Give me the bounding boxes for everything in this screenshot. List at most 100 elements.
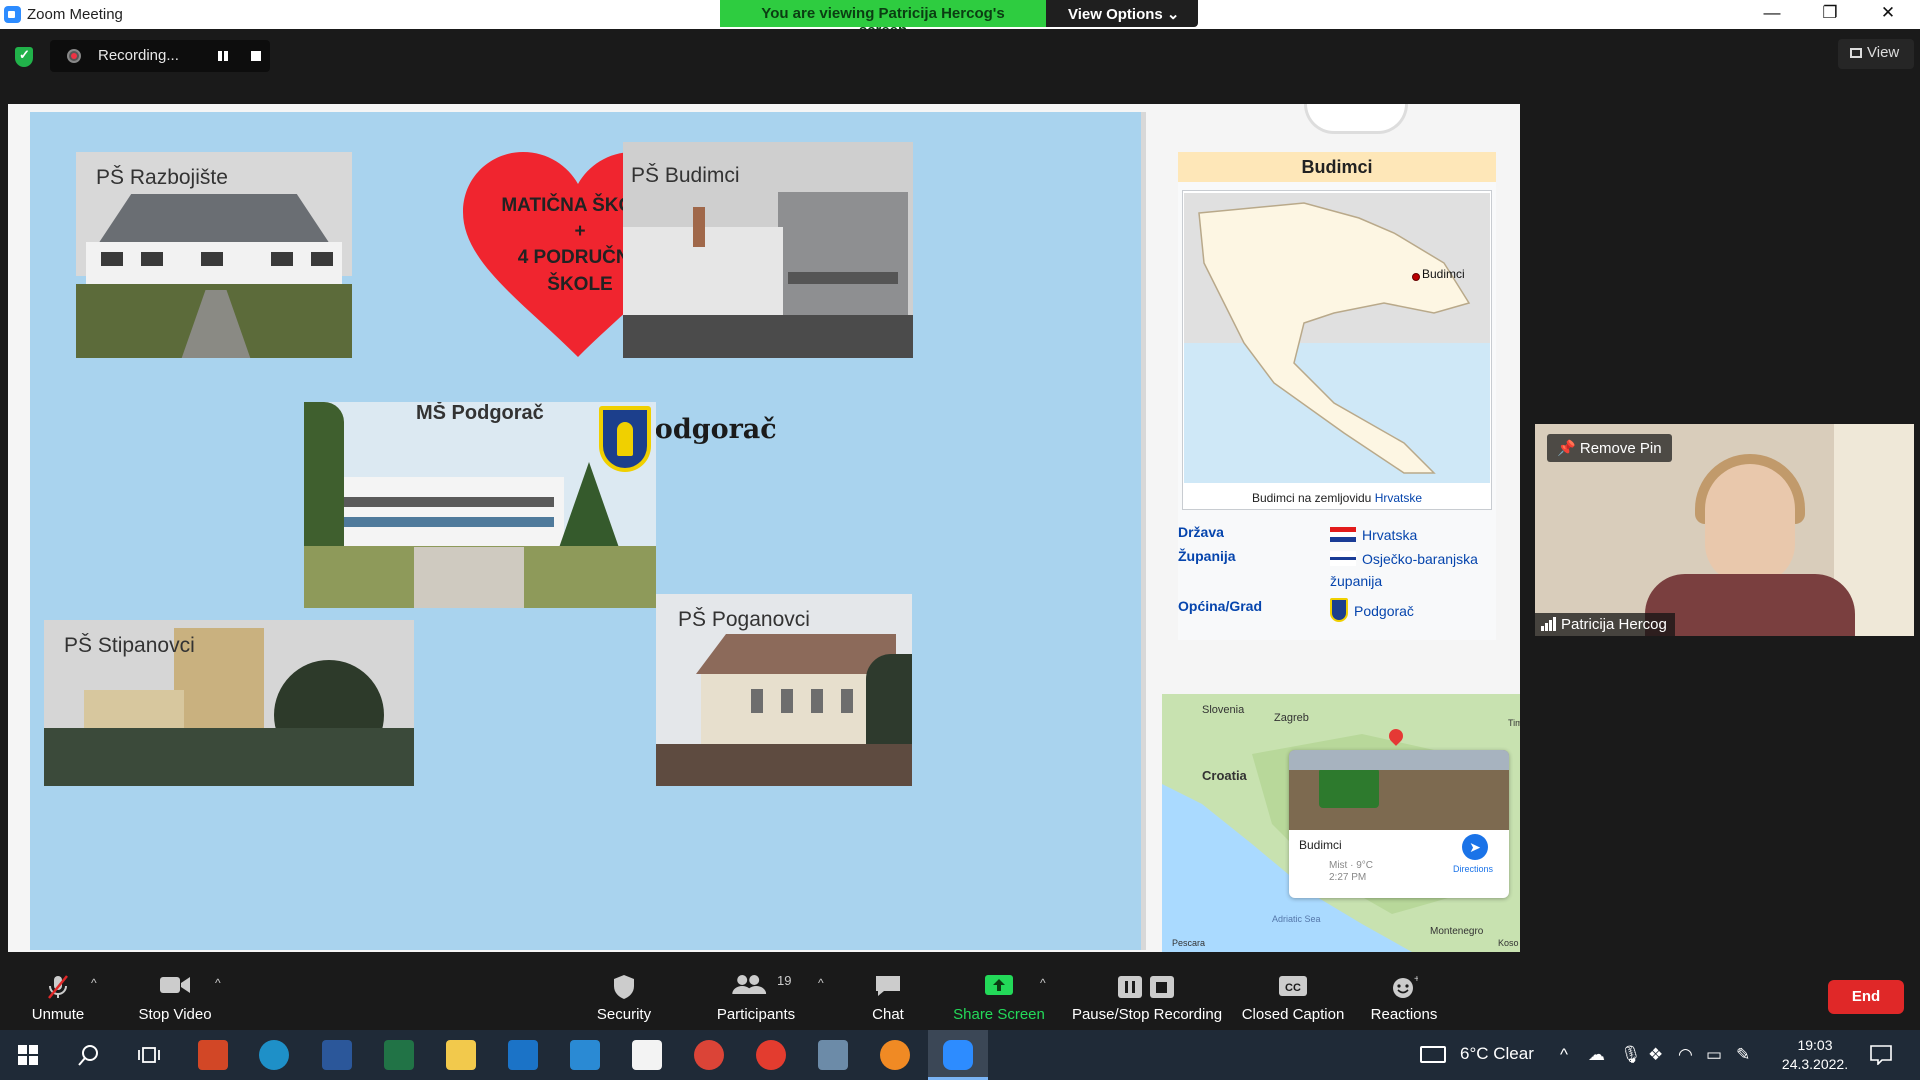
share-screen-button[interactable]: Share Screen: [950, 960, 1048, 1030]
video-camera-icon: [160, 977, 190, 993]
coat-of-arms-icon: [599, 406, 651, 472]
google-map[interactable]: Slovenia Zagreb Croatia Montenegro Adria…: [1162, 694, 1520, 952]
map-label-montenegro: Montenegro: [1430, 926, 1484, 937]
remove-pin-label: Remove Pin: [1579, 440, 1662, 457]
map-caption: Budimci na zemljovidu Hrvatske: [1183, 491, 1491, 505]
photo-caption: PŠ Budimci: [631, 164, 740, 187]
download-app-icon[interactable]: [756, 1040, 786, 1070]
chevron-up-icon[interactable]: ^: [1560, 1045, 1568, 1065]
place-card[interactable]: Budimci Mist · 9°C 2:27 PM ➤ Directions: [1289, 750, 1509, 898]
presentation-slide: PŠ Razbojište MATIČNA ŠKOLA + 4 PODRUČNE…: [30, 112, 1146, 950]
place-name: Budimci: [1299, 838, 1342, 852]
place-time: 2:27 PM: [1329, 872, 1367, 883]
security-button[interactable]: Security: [584, 960, 664, 1030]
pinned-video-tile[interactable]: 📌 Remove Pin Patricija Hercog: [1535, 424, 1914, 636]
map-label-croatia: Croatia: [1202, 768, 1247, 783]
recording-indicator: Recording...: [50, 40, 270, 72]
view-label: View: [1867, 44, 1900, 61]
view-options-label: View Options: [1068, 6, 1163, 23]
photo-caption: MŠ Podgorač: [416, 402, 544, 424]
microphone-icon[interactable]: 🎙: [1620, 1045, 1642, 1065]
location-marker-icon: [1412, 273, 1420, 281]
windows-start-icon[interactable]: [18, 1045, 38, 1065]
battery-icon[interactable]: ▭: [1706, 1045, 1722, 1065]
microsoft-store-icon[interactable]: [632, 1040, 662, 1070]
unmute-button[interactable]: Unmute: [20, 960, 96, 1030]
view-options-button[interactable]: View Options ⌄: [1046, 0, 1198, 27]
task-view-icon[interactable]: [138, 1045, 160, 1065]
closed-caption-button[interactable]: CC Closed Caption: [1238, 960, 1348, 1030]
pen-icon[interactable]: ✎: [1736, 1045, 1750, 1065]
encryption-shield-icon[interactable]: [15, 47, 33, 67]
participants-label: Participants: [716, 1006, 796, 1023]
powerpoint-icon[interactable]: [198, 1040, 228, 1070]
croatia-flag-icon: [1330, 527, 1356, 542]
weather-text[interactable]: 6°C Clear: [1460, 1044, 1534, 1064]
remove-pin-button[interactable]: 📌 Remove Pin: [1547, 434, 1672, 462]
closed-caption-label: Closed Caption: [1241, 1006, 1345, 1023]
view-button[interactable]: View: [1838, 39, 1914, 69]
search-icon[interactable]: [78, 1044, 100, 1066]
share-screen-icon: [985, 975, 1013, 995]
stop-recording-icon[interactable]: [251, 51, 261, 61]
map-caption-link[interactable]: Hrvatske: [1375, 491, 1422, 505]
cloud-icon[interactable]: ☁: [1588, 1045, 1605, 1065]
tractor-image: [1319, 768, 1379, 808]
pause-recording-icon[interactable]: [216, 49, 230, 63]
infobox-value[interactable]: Podgorač: [1330, 598, 1490, 622]
infobox-value[interactable]: Hrvatska: [1330, 524, 1490, 546]
close-icon[interactable]: ✕: [1868, 3, 1908, 25]
file-explorer-icon[interactable]: [446, 1040, 476, 1070]
video-options-caret-icon[interactable]: ^: [215, 976, 221, 990]
dropbox-icon[interactable]: ❖: [1648, 1045, 1663, 1065]
reactions-button[interactable]: + Reactions: [1364, 960, 1444, 1030]
pause-stop-recording-button[interactable]: Pause/Stop Recording: [1068, 960, 1226, 1030]
wifi-icon[interactable]: ◠: [1678, 1045, 1693, 1065]
map-marker-label: Budimci: [1422, 267, 1465, 281]
word-icon[interactable]: [322, 1040, 352, 1070]
svg-text:+: +: [1414, 974, 1418, 985]
excel-icon[interactable]: [384, 1040, 414, 1070]
share-options-caret-icon[interactable]: ^: [1040, 976, 1046, 990]
minimize-icon[interactable]: —: [1752, 3, 1792, 25]
recording-label: Recording...: [98, 47, 179, 64]
infobox-key: Općina/Grad: [1178, 598, 1263, 614]
coat-of-arms-icon: [1330, 598, 1348, 622]
grid-icon: [1850, 48, 1862, 58]
network-app-icon[interactable]: [818, 1040, 848, 1070]
reactions-label: Reactions: [1370, 1006, 1438, 1023]
map-label-pescara: Pescara: [1172, 938, 1206, 948]
directions-icon[interactable]: ➤: [1462, 834, 1488, 860]
zoom-taskbar-button[interactable]: [928, 1030, 988, 1080]
mail-icon[interactable]: [508, 1040, 538, 1070]
weather-widget-icon[interactable]: [1420, 1046, 1446, 1063]
unmute-label: Unmute: [31, 1006, 85, 1023]
participants-caret-icon[interactable]: ^: [818, 976, 824, 990]
directions-label[interactable]: Directions: [1453, 864, 1493, 874]
chrome-icon[interactable]: [694, 1040, 724, 1070]
audio-options-caret-icon[interactable]: ^: [91, 976, 97, 990]
photo-ps-razbojiste: PŠ Razbojište: [76, 152, 352, 358]
end-meeting-button[interactable]: End: [1828, 980, 1904, 1014]
place-weather: Mist · 9°C: [1329, 860, 1373, 871]
zoom-taskbar-icon: [943, 1040, 973, 1070]
image-fragment: [1304, 104, 1408, 134]
zoom-app-icon: [4, 6, 21, 23]
stop-video-button[interactable]: Stop Video: [130, 960, 220, 1030]
photo-ms-podgorac: MŠ Podgorač: [304, 402, 656, 608]
infobox-value[interactable]: Osječko-baranjska županija: [1330, 548, 1490, 592]
restore-icon[interactable]: ❐: [1810, 3, 1850, 25]
record-dot-icon: [67, 49, 81, 63]
edge-icon[interactable]: [259, 1040, 289, 1070]
place-photo: [1289, 750, 1509, 830]
taskbar-clock[interactable]: 19:03 24.3.2022.: [1778, 1036, 1852, 1074]
chat-button[interactable]: Chat: [858, 960, 918, 1030]
windows-taskbar: 6°C Clear ^ ☁ 🎙 ❖ ◠ ▭ ✎ 19:03 24.3.2022.: [0, 1030, 1920, 1080]
app-icon[interactable]: [880, 1040, 910, 1070]
map-caption-text: Budimci na zemljovidu: [1251, 491, 1372, 505]
onedrive-icon[interactable]: [570, 1040, 600, 1070]
participants-button[interactable]: 19 Participants: [708, 960, 804, 1030]
notifications-icon[interactable]: [1870, 1045, 1892, 1065]
infobox-key: Županija: [1178, 548, 1236, 564]
security-label: Security: [596, 1006, 652, 1023]
